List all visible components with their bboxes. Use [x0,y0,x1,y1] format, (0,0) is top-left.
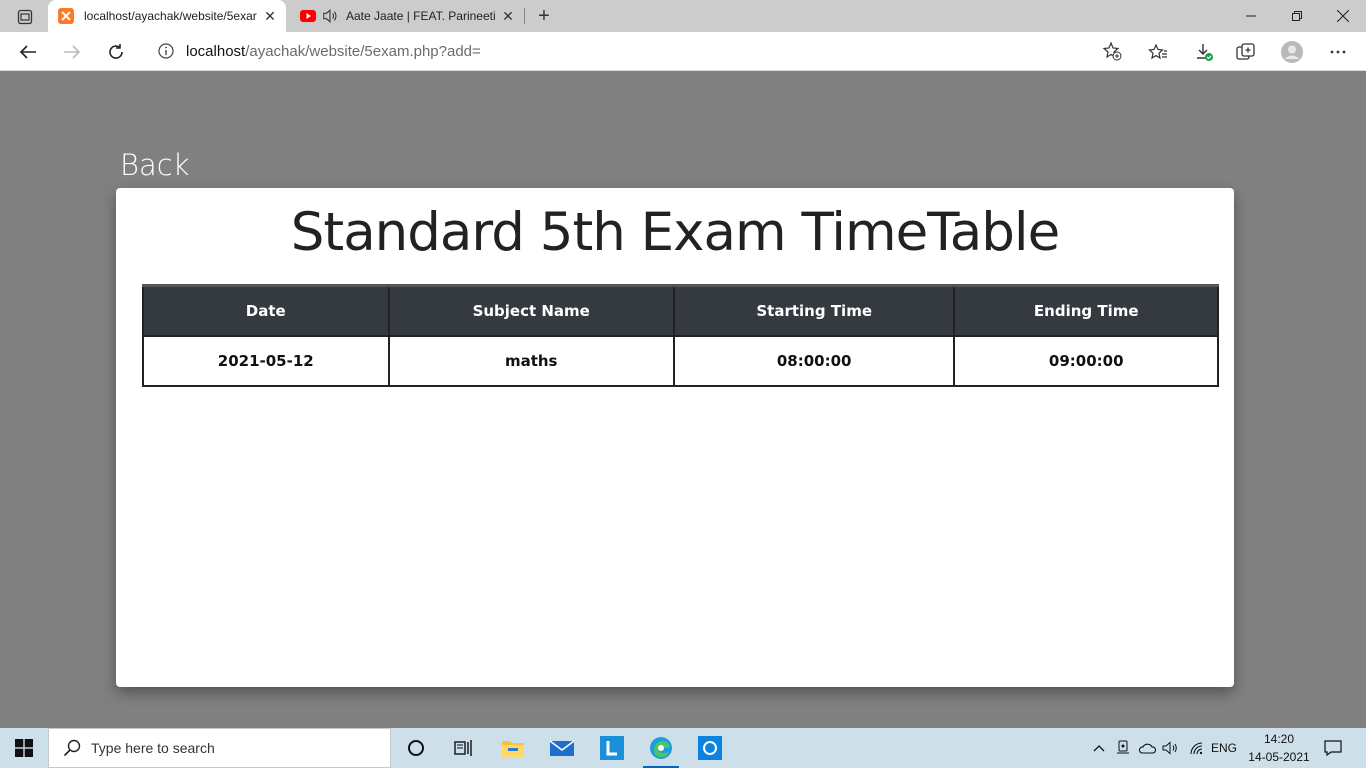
browser-toolbar: localhost/ayachak/website/5exam.php?add= [0,32,1366,71]
network-icon[interactable] [1186,728,1208,768]
favorites-icon[interactable] [1142,36,1174,68]
youtube-favicon-icon [300,8,316,24]
tab-title: localhost/ayachak/website/5exar [84,9,257,23]
collections-icon[interactable] [1230,36,1262,68]
cell-ending-time: 09:00:00 [953,334,1219,387]
audio-playing-icon[interactable] [322,8,338,24]
tab-title: Aate Jaate | FEAT. Parineeti C [346,9,498,23]
onedrive-icon[interactable] [1136,728,1158,768]
column-header-date: Date [142,284,390,337]
tab-bar: localhost/ayachak/website/5exar ✕ Aate J… [0,0,1366,32]
tab-actions-icon[interactable] [8,6,42,28]
tab-youtube[interactable]: Aate Jaate | FEAT. Parineeti C ✕ [290,0,524,32]
new-tab-icon[interactable]: + [532,4,556,28]
tab-localhost[interactable]: localhost/ayachak/website/5exar ✕ [48,0,286,32]
column-header-ending-time: Ending Time [953,284,1219,337]
search-icon [63,739,81,757]
windows-taskbar: Type here to search ENG 14:20 14-05-2021 [0,728,1366,768]
mail-icon[interactable] [538,728,586,768]
close-tab-icon[interactable]: ✕ [260,6,280,26]
l-app-icon[interactable] [588,728,636,768]
search-placeholder: Type here to search [91,740,215,756]
column-header-starting-time: Starting Time [672,284,956,337]
timetable-table: Date Subject Name Starting Time Ending T… [142,284,1219,387]
add-favorite-icon[interactable] [1102,41,1122,61]
table-header-row: Date Subject Name Starting Time Ending T… [142,284,1219,337]
taskbar-search-box[interactable]: Type here to search [48,728,391,768]
site-info-icon[interactable] [158,43,174,59]
close-tab-icon[interactable]: ✕ [498,6,518,26]
tab-divider [524,8,525,24]
back-link[interactable]: Back [120,148,190,182]
back-arrow-icon[interactable] [12,36,44,68]
cortana-icon[interactable] [392,728,440,768]
table-row: 2021-05-12 maths 08:00:00 09:00:00 [142,334,1219,387]
xampp-favicon-icon [58,8,74,24]
downloads-icon[interactable] [1188,36,1220,68]
address-bar[interactable]: localhost/ayachak/website/5exam.php?add= [144,36,1130,66]
edge-browser-icon[interactable] [637,728,685,768]
alexa-app-icon[interactable] [686,728,734,768]
close-window-icon[interactable] [1320,0,1366,32]
restore-icon[interactable] [1274,0,1320,32]
task-view-icon[interactable] [440,728,488,768]
url-path: /ayachak/website/5exam.php?add= [245,42,481,60]
taskbar-clock[interactable]: 14:20 14-05-2021 [1244,730,1314,766]
minimize-icon[interactable] [1228,0,1274,32]
forward-arrow-icon[interactable] [56,36,88,68]
show-hidden-icons-icon[interactable] [1088,728,1110,768]
column-header-subject: Subject Name [387,284,675,337]
cell-subject: maths [387,334,675,387]
page-title: Standard 5th Exam TimeTable [290,202,1060,263]
more-options-icon[interactable] [1322,36,1354,68]
file-explorer-icon[interactable] [489,728,537,768]
cell-date: 2021-05-12 [142,334,390,387]
timetable-card: Standard 5th Exam TimeTable Date Subject… [116,188,1234,687]
windows-start-icon[interactable] [0,728,48,768]
refresh-icon[interactable] [100,36,132,68]
volume-icon[interactable] [1160,728,1182,768]
notifications-icon[interactable] [1318,728,1348,768]
url-host: localhost [186,42,246,60]
cell-starting-time: 08:00:00 [672,334,956,387]
clock-date: 14-05-2021 [1248,750,1310,764]
language-indicator[interactable]: ENG [1208,728,1240,768]
device-icon[interactable] [1112,728,1134,768]
clock-time: 14:20 [1263,732,1295,746]
url-text[interactable]: localhost/ayachak/website/5exam.php?add= [186,43,481,60]
profile-avatar-icon[interactable] [1276,36,1308,68]
